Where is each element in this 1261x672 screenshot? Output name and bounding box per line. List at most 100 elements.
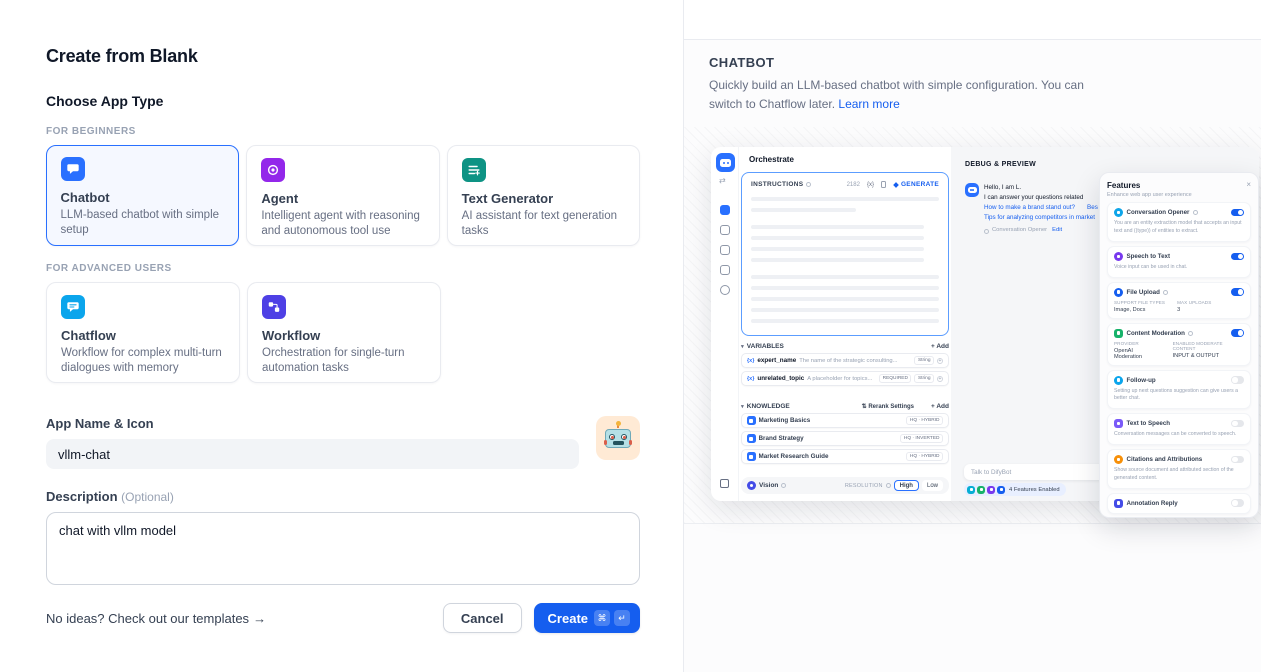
app-name-input[interactable] bbox=[46, 439, 579, 469]
dataset-icon bbox=[747, 452, 756, 461]
resolution-high-option: High bbox=[894, 480, 919, 491]
moderation-mini-icon bbox=[977, 486, 985, 494]
toggle-switch bbox=[1231, 253, 1244, 261]
card-description: Workflow for complex multi-turn dialogue… bbox=[61, 346, 225, 376]
placeholder-line bbox=[751, 275, 939, 279]
opener-icon bbox=[984, 229, 989, 234]
app-type-card-agent[interactable]: Agent Intelligent agent with reasoning a… bbox=[246, 145, 439, 246]
card-title: Agent bbox=[261, 191, 424, 206]
mock-instructions-panel: INSTRUCTIONS 2182 {x} GENERATE bbox=[741, 172, 949, 336]
instructions-header: INSTRUCTIONS 2182 {x} GENERATE bbox=[751, 181, 939, 188]
instructions-placeholder-lines bbox=[751, 197, 939, 323]
mock-nav-docs-icon bbox=[720, 265, 730, 275]
feature-card-speech-to-text: Speech to Text Voice input can be used i… bbox=[1107, 246, 1251, 278]
mock-variables-section: ▾ VARIABLES + Add {x} expert_name The na… bbox=[741, 343, 949, 386]
description-block: Description (Optional) chat with vllm mo… bbox=[46, 489, 640, 590]
generate-button: GENERATE bbox=[894, 181, 939, 188]
feature-card-follow-up: Follow-up Setting up next questions sugg… bbox=[1107, 370, 1251, 410]
dataset-icon bbox=[747, 434, 756, 443]
mock-nav-image-icon bbox=[720, 225, 730, 235]
toggle-switch bbox=[1231, 456, 1244, 464]
card-description: Intelligent agent with reasoning and aut… bbox=[261, 209, 424, 239]
citation-icon bbox=[1114, 455, 1123, 464]
description-label: Description (Optional) bbox=[46, 489, 640, 504]
beginner-cards: Chatbot LLM-based chatbot with simple se… bbox=[46, 145, 640, 246]
moderation-icon bbox=[1114, 329, 1123, 338]
description-textarea[interactable]: chat with vllm model bbox=[46, 512, 640, 585]
preview-description: Quickly build an LLM-based chatbot with … bbox=[709, 76, 1114, 113]
toggle-switch bbox=[1231, 420, 1244, 428]
placeholder-line bbox=[751, 225, 924, 229]
info-icon bbox=[1193, 210, 1198, 215]
preview-panel: CHATBOT Quickly build an LLM-based chatb… bbox=[683, 0, 1261, 672]
speaker-icon bbox=[1114, 419, 1123, 428]
chevron-down-icon: ▾ bbox=[741, 404, 744, 410]
mock-nav-icons bbox=[720, 205, 730, 295]
follow-up-icon bbox=[1114, 376, 1123, 385]
plus-icon: + bbox=[937, 376, 943, 382]
placeholder-line bbox=[751, 236, 924, 240]
card-title: Workflow bbox=[262, 328, 426, 343]
placeholder-line bbox=[751, 197, 939, 201]
index-mode-pill: HQ · INVERTED bbox=[900, 434, 943, 443]
placeholder-line bbox=[751, 308, 939, 312]
info-icon bbox=[806, 182, 811, 187]
token-count: 2182 bbox=[847, 182, 860, 188]
instructions-title: INSTRUCTIONS bbox=[751, 181, 803, 188]
knowledge-row: Brand Strategy HQ · INVERTED bbox=[741, 431, 949, 446]
mock-nav-logs-icon bbox=[720, 245, 730, 255]
mock-sidebar: ⇄ bbox=[711, 147, 739, 501]
annotation-icon bbox=[1114, 499, 1123, 508]
chatflow-icon bbox=[61, 295, 85, 319]
mock-features-enabled-pill: 4 Features Enabled bbox=[964, 483, 1066, 496]
cancel-button[interactable]: Cancel bbox=[443, 603, 522, 633]
app-type-card-text-generator[interactable]: Text Generator AI assistant for text gen… bbox=[447, 145, 640, 246]
app-type-card-workflow[interactable]: Workflow Orchestration for single-turn a… bbox=[247, 282, 441, 383]
feature-card-text-to-speech: Text to Speech Conversation messages can… bbox=[1107, 413, 1251, 445]
robot-emoji-icon bbox=[604, 426, 632, 450]
opener-icon bbox=[1114, 208, 1123, 217]
variable-braces-icon: {x} bbox=[747, 358, 754, 364]
feature-card-annotation-reply: Annotation Reply bbox=[1107, 493, 1251, 514]
app-type-card-chatflow[interactable]: Chatflow Workflow for complex multi-turn… bbox=[46, 282, 240, 383]
feature-card-citations: Citations and Attributions Show source d… bbox=[1107, 449, 1251, 489]
choose-app-type-label: Choose App Type bbox=[46, 93, 640, 109]
variable-row: {x} expert_name The name of the strategi… bbox=[741, 353, 949, 368]
templates-link[interactable]: No ideas? Check out our templates→ bbox=[46, 611, 266, 626]
create-button[interactable]: Create ⌘ ↵ bbox=[534, 603, 640, 633]
microphone-icon bbox=[1114, 252, 1123, 261]
cmd-key-icon: ⌘ bbox=[594, 610, 610, 626]
mock-knowledge-section: ▾ KNOWLEDGE ⇅ Rerank Settings + Add Mark… bbox=[741, 403, 949, 464]
chat-bubble-icon bbox=[61, 157, 85, 181]
variables-title: VARIABLES bbox=[747, 343, 784, 350]
workflow-nodes-icon bbox=[262, 295, 286, 319]
toggle-switch bbox=[1231, 209, 1244, 217]
required-pill: REQUIRED bbox=[879, 374, 911, 383]
file-icon bbox=[1114, 288, 1123, 297]
add-variable-button: + Add bbox=[931, 343, 949, 350]
vision-icon bbox=[747, 481, 756, 490]
copy-icon bbox=[881, 181, 887, 188]
variable-row: {x} unrelated_topic A placeholder for to… bbox=[741, 371, 949, 386]
mock-nav-orchestrate-icon bbox=[720, 205, 730, 215]
app-name-label: App Name & Icon bbox=[46, 416, 640, 431]
card-description: LLM-based chatbot with simple setup bbox=[61, 208, 225, 238]
greeting-line: Hello, I am L. bbox=[984, 183, 1098, 193]
mock-nav-settings-icon bbox=[720, 285, 730, 295]
type-pill: String bbox=[914, 356, 934, 365]
app-icon-picker-button[interactable] bbox=[596, 416, 640, 460]
info-icon bbox=[1163, 290, 1168, 295]
learn-more-link[interactable]: Learn more bbox=[838, 97, 899, 111]
preview-header: CHATBOT Quickly build an LLM-based chatb… bbox=[684, 40, 1261, 127]
mock-features-panel: Features × Enhance web app user experien… bbox=[1099, 172, 1259, 518]
info-icon bbox=[781, 483, 786, 488]
suggestion-link: Bes bbox=[1087, 203, 1098, 213]
placeholder-line bbox=[751, 247, 924, 251]
bot-avatar bbox=[965, 183, 979, 197]
sparkle-icon bbox=[894, 182, 900, 188]
mock-app-robot-icon bbox=[716, 153, 735, 172]
add-knowledge-button: + Add bbox=[931, 403, 949, 410]
index-mode-pill: HQ · HYBRID bbox=[906, 452, 943, 461]
app-type-card-chatbot[interactable]: Chatbot LLM-based chatbot with simple se… bbox=[46, 145, 239, 246]
file-mini-icon bbox=[997, 486, 1005, 494]
